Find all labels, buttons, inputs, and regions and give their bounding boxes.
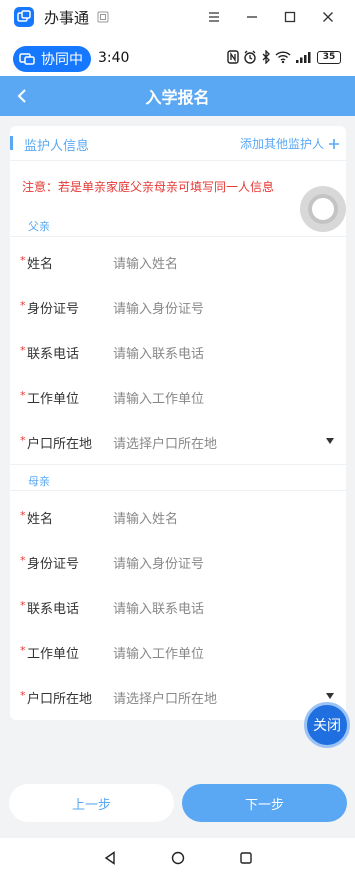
wifi-icon [275,51,291,64]
father-phone-input[interactable]: 请输入联系电话 [113,343,313,362]
battery-level: 35 [322,52,336,62]
divider [10,236,346,237]
add-guardian-label: 添加其他监护人 [239,137,324,151]
close-window-button[interactable] [309,0,347,34]
required-mark: * [20,554,26,567]
required-mark: * [20,509,26,522]
hamburger-icon [209,12,219,22]
father-name-row[interactable]: * 姓名 请输入姓名 [10,240,346,284]
mother-id-row[interactable]: * 身份证号 请输入身份证号 [10,540,346,584]
field-label: 姓名 [27,257,54,272]
system-nav-bar [0,838,355,877]
divider [10,160,346,161]
close-icon [323,12,333,22]
signal-icon [296,52,311,63]
required-mark: * [20,599,26,612]
mother-employer-row[interactable]: * 工作单位 请输入工作单位 [10,630,346,674]
mother-hukou-row[interactable]: * 户口所在地 请选择户口所在地 [10,675,346,719]
nav-recents-button[interactable] [234,846,258,870]
field-label: 身份证号 [27,557,80,572]
father-employer-input[interactable]: 请输入工作单位 [113,388,313,407]
window-titlebar: 办事通 [0,0,355,34]
add-guardian-link[interactable]: 添加其他监护人 [240,135,340,152]
field-label: 户口所在地 [27,437,93,452]
required-mark: * [20,254,26,267]
mother-name-row[interactable]: * 姓名 请输入姓名 [10,495,346,539]
menu-button[interactable] [195,0,233,34]
field-label: 工作单位 [27,647,80,662]
page-title: 入学报名 [145,88,210,107]
pin-window-icon[interactable] [97,11,109,23]
section-title: 监护人信息 [24,139,90,154]
field-label: 姓名 [27,512,54,527]
mother-phone-input[interactable]: 请输入联系电话 [113,598,313,617]
father-name-input[interactable]: 请输入姓名 [113,253,313,272]
section-header: 监护人信息 添加其他监护人 [10,126,346,160]
father-hukou-select[interactable]: 请选择户口所在地 [113,433,313,452]
required-mark: * [20,344,26,357]
field-label: 工作单位 [27,392,80,407]
status-icons: 35 [227,50,341,64]
app-header: 入学报名 [0,76,355,116]
required-mark: * [20,689,26,702]
father-employer-row[interactable]: * 工作单位 请输入工作单位 [10,375,346,419]
next-step-button[interactable]: 下一步 [182,784,347,822]
father-group-label: 父亲 [28,220,50,233]
triangle-back-icon [104,850,115,865]
caret-down-icon [326,693,334,699]
clock: 3:40 [98,50,130,66]
circle-home-icon [171,851,184,864]
required-mark: * [20,389,26,402]
close-float-button[interactable]: 关闭 [304,702,350,748]
maximize-icon [284,11,296,23]
mother-group-label: 母亲 [28,475,50,488]
mother-name-input[interactable]: 请输入姓名 [113,508,313,527]
single-parent-notice: 注意：若是单亲家庭父亲母亲可填写同一人信息 [22,180,275,194]
app-logo-icon [14,7,34,27]
field-label: 联系电话 [27,602,80,617]
back-button[interactable] [8,82,36,110]
mother-phone-row[interactable]: * 联系电话 请输入联系电话 [10,585,346,629]
chevron-left-icon [17,89,26,103]
prev-step-button[interactable]: 上一步 [9,784,174,822]
alarm-icon [244,50,256,64]
divider [10,464,346,465]
collab-label: 协同中 [41,52,83,68]
nav-back-button[interactable] [98,846,122,870]
divider [10,490,346,491]
assistive-touch-inner [308,194,338,224]
guardian-form-card: 监护人信息 添加其他监护人 注意：若是单亲家庭父亲母亲可填写同一人信息 父亲 *… [10,126,346,720]
square-recents-icon [239,851,252,864]
field-label: 身份证号 [27,302,80,317]
required-mark: * [20,299,26,312]
mother-hukou-select[interactable]: 请选择户口所在地 [113,688,313,707]
father-id-input[interactable]: 请输入身份证号 [113,298,313,317]
collab-status-pill[interactable]: 协同中 [13,46,91,72]
assistive-touch-button[interactable] [300,186,346,232]
section-accent-bar [10,136,13,150]
nfc-icon [227,50,239,64]
father-hukou-row[interactable]: * 户口所在地 请选择户口所在地 [10,420,346,464]
screen-share-icon [19,53,35,65]
field-label: 户口所在地 [27,692,93,707]
minimize-icon [247,16,257,18]
bluetooth-icon [262,50,270,64]
plus-icon [329,138,339,149]
mother-employer-input[interactable]: 请输入工作单位 [113,643,313,662]
minimize-button[interactable] [233,0,271,34]
window-title: 办事通 [44,8,90,27]
caret-down-icon [326,438,334,444]
nav-home-button[interactable] [166,846,190,870]
battery-icon: 35 [317,50,341,64]
field-label: 联系电话 [27,347,80,362]
mother-id-input[interactable]: 请输入身份证号 [113,553,313,572]
maximize-button[interactable] [271,0,309,34]
required-mark: * [20,434,26,447]
father-phone-row[interactable]: * 联系电话 请输入联系电话 [10,330,346,374]
required-mark: * [20,644,26,657]
father-id-row[interactable]: * 身份证号 请输入身份证号 [10,285,346,329]
